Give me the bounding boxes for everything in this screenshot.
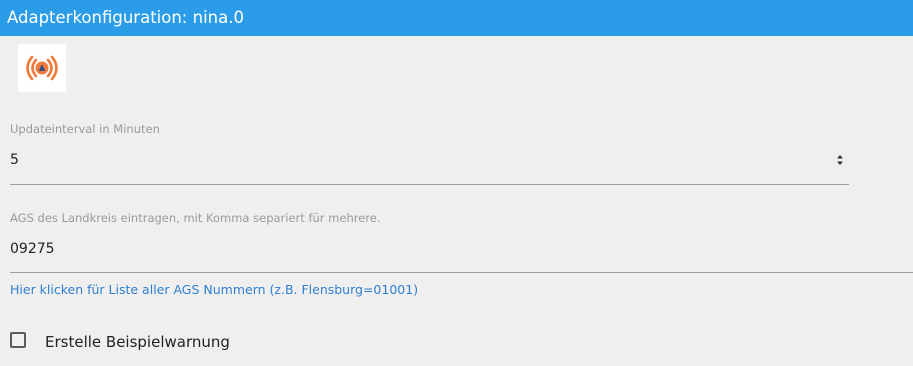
number-spinner-icon[interactable] — [834, 152, 846, 168]
dialog-header: Adapterkonfiguration: nina.0 — [0, 0, 913, 36]
example-warning-checkbox[interactable] — [10, 332, 26, 348]
update-interval-underline — [10, 184, 849, 185]
update-interval-label: Updateinterval in Minuten — [10, 122, 160, 136]
example-warning-label[interactable]: Erstelle Beispielwarnung — [45, 333, 230, 351]
dialog-title: Adapterkonfiguration: nina.0 — [7, 8, 244, 27]
ags-list-link[interactable]: Hier klicken für Liste aller AGS Nummern… — [10, 282, 418, 297]
ags-value: 09275 — [10, 241, 55, 257]
ags-underline — [10, 272, 913, 273]
ags-label: AGS des Landkreis eintragen, mit Komma s… — [10, 211, 381, 225]
update-interval-value: 5 — [10, 152, 19, 168]
siren-broadcast-icon — [26, 55, 58, 81]
adapter-logo — [18, 44, 66, 92]
